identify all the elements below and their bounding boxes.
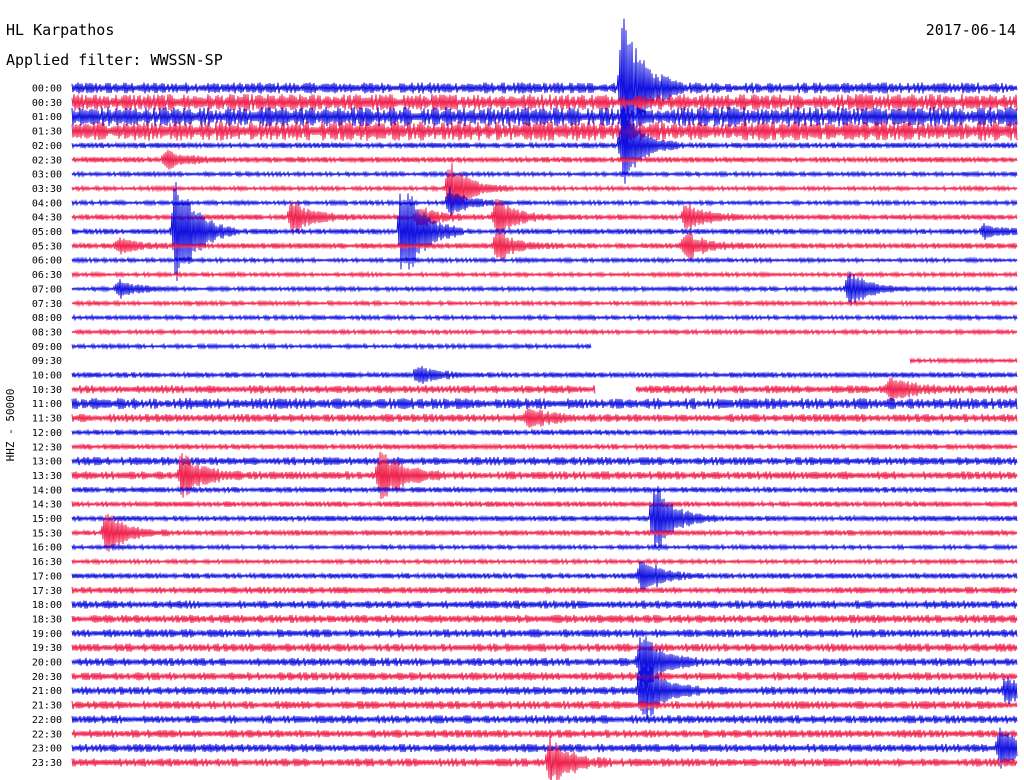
- trace-0330: [71, 163, 1018, 214]
- time-label: 13:00: [32, 457, 62, 468]
- time-label: 01:00: [32, 112, 62, 123]
- time-label: 09:30: [32, 356, 62, 367]
- time-label: 07:30: [32, 299, 62, 310]
- trace-0600: [71, 256, 1018, 265]
- time-label: 18:30: [32, 614, 62, 625]
- trace-1100: [71, 398, 1018, 410]
- time-label: 04:00: [32, 198, 62, 209]
- trace-1130: [71, 408, 1018, 428]
- trace-1800: [71, 600, 1018, 609]
- time-label: 21:30: [32, 701, 62, 712]
- time-label: 16:00: [32, 543, 62, 554]
- time-label: 05:00: [32, 227, 62, 238]
- time-label: 21:00: [32, 686, 62, 697]
- time-label: 15:00: [32, 514, 62, 525]
- trace-1500: [71, 486, 1018, 551]
- trace-1400: [71, 485, 1018, 495]
- time-label: 13:30: [32, 471, 62, 482]
- time-label: 11:00: [32, 399, 62, 410]
- trace-1830: [71, 614, 1018, 624]
- time-label: 04:30: [32, 213, 62, 224]
- time-label: 16:30: [32, 557, 62, 568]
- time-label: 23:30: [32, 758, 62, 769]
- time-label: 00:30: [32, 98, 62, 109]
- trace-1000: [71, 366, 1018, 384]
- time-label: 09:00: [32, 342, 62, 353]
- trace-1430: [71, 499, 1018, 509]
- trace-2200: [71, 715, 1018, 724]
- time-label: 08:30: [32, 327, 62, 338]
- trace-2330: [71, 735, 1018, 780]
- time-label: 12:00: [32, 428, 62, 439]
- trace-1930: [71, 643, 1018, 652]
- time-label: 00:00: [32, 84, 62, 95]
- trace-1230: [71, 442, 1018, 451]
- time-label: 11:30: [32, 414, 62, 425]
- trace-2230: [71, 729, 1018, 738]
- trace-1730: [71, 586, 1018, 595]
- time-label: 19:00: [32, 629, 62, 640]
- trace-0700: [71, 271, 1018, 307]
- time-label: 10:30: [32, 385, 62, 396]
- trace-0230: [71, 149, 1018, 170]
- y-axis-label: HHZ - 50000: [4, 389, 17, 462]
- time-label: 23:00: [32, 744, 62, 755]
- time-label: 17:30: [32, 586, 62, 597]
- trace-2130: [71, 700, 1018, 710]
- time-label: 14:30: [32, 500, 62, 511]
- trace-1900: [71, 629, 1018, 638]
- trace-0400: [71, 186, 1018, 220]
- time-label: 03:00: [32, 170, 62, 181]
- trace-0830: [71, 327, 1018, 336]
- time-label: 20:00: [32, 658, 62, 669]
- time-label: 22:30: [32, 729, 62, 740]
- time-label: 06:30: [32, 270, 62, 281]
- time-label-group: 00:00 00:30 01:00 01:30 02:00 02:30 03:00 03:30…: [32, 84, 62, 769]
- time-label: 03:30: [32, 184, 62, 195]
- trace-1630: [71, 557, 1018, 566]
- time-label: 02:00: [32, 141, 62, 152]
- trace-0730: [71, 299, 1018, 308]
- trace-1700: [71, 561, 1018, 591]
- time-label: 15:30: [32, 528, 62, 539]
- time-label: 05:30: [32, 241, 62, 252]
- trace-0500: [71, 182, 1018, 281]
- trace-0930: [909, 356, 1018, 365]
- seismogram-plot: 00:00 00:30 01:00 01:30 02:00 02:30 03:00 03:30…: [4, 18, 1018, 780]
- trace-group: [71, 18, 1018, 780]
- trace-0030: [71, 93, 1018, 111]
- time-label: 01:30: [32, 127, 62, 138]
- time-label: 08:00: [32, 313, 62, 324]
- trace-2030: [71, 672, 1018, 681]
- time-label: 07:00: [32, 284, 62, 295]
- time-label: 18:00: [32, 600, 62, 611]
- trace-1030: [71, 377, 1018, 401]
- time-label: 19:30: [32, 643, 62, 654]
- trace-0900: [71, 342, 592, 351]
- time-label: 12:30: [32, 442, 62, 453]
- trace-0300: [71, 170, 1018, 179]
- time-label: 20:30: [32, 672, 62, 683]
- time-label: 10:00: [32, 371, 62, 382]
- time-label: 17:00: [32, 571, 62, 582]
- trace-1300: [71, 456, 1018, 466]
- trace-0630: [71, 270, 1018, 279]
- trace-1600: [71, 543, 1018, 552]
- time-label: 14:00: [32, 485, 62, 496]
- trace-0800: [71, 313, 1018, 322]
- trace-2100: [71, 659, 1018, 723]
- time-label: 22:00: [32, 715, 62, 726]
- trace-1200: [71, 428, 1018, 437]
- time-label: 02:30: [32, 155, 62, 166]
- time-label: 06:00: [32, 256, 62, 267]
